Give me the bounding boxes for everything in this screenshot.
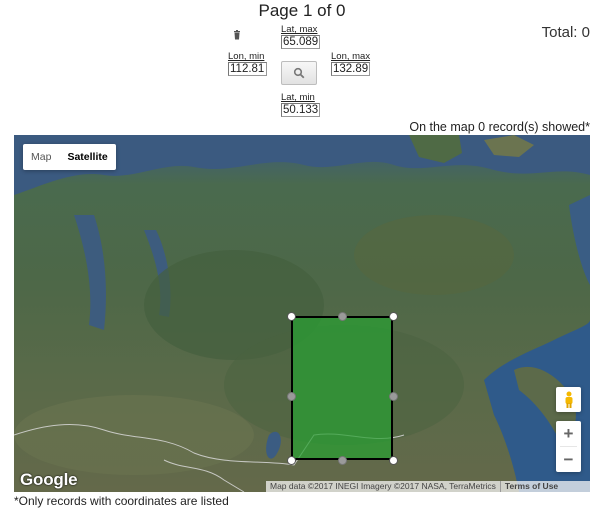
total-count: Total: 0: [541, 24, 590, 41]
selection-handle-bottom-mid[interactable]: [337, 455, 347, 465]
lon-max-label: Lon, max: [331, 51, 371, 62]
lon-min-input[interactable]: [228, 62, 267, 76]
map-type-control: Map Satellite: [23, 144, 116, 170]
lat-min-label: Lat, min: [281, 92, 315, 103]
street-view-control[interactable]: [556, 387, 581, 412]
selection-handle-bottom-left[interactable]: [286, 455, 296, 465]
zoom-control: + −: [556, 421, 581, 472]
map-type-map-button[interactable]: Map: [23, 144, 59, 170]
selection-handle-bottom-right[interactable]: [388, 455, 398, 465]
selection-handle-right-mid[interactable]: [388, 391, 398, 401]
lat-max-field: Lat, max: [281, 25, 320, 49]
lon-max-input[interactable]: [331, 62, 370, 76]
search-button[interactable]: [281, 61, 317, 85]
magnifier-icon: [293, 67, 305, 79]
trash-icon[interactable]: [232, 30, 242, 40]
google-logo: Google: [20, 470, 78, 489]
lon-min-label: Lon, min: [228, 51, 265, 62]
selection-handle-top-right[interactable]: [388, 311, 398, 321]
pegman-icon: [565, 391, 572, 408]
map-view[interactable]: Map Satellite + − Google Map data ©2017 …: [14, 135, 590, 492]
terms-of-use-link[interactable]: Terms of Use: [499, 481, 562, 492]
pagination-status: Page 1 of 0: [258, 1, 346, 20]
selection-handle-left-mid[interactable]: [286, 391, 296, 401]
selection-handle-top-mid[interactable]: [337, 311, 347, 321]
map-attribution: Map data ©2017 INEGI Imagery ©2017 NASA,…: [270, 481, 496, 491]
records-on-map-status: On the map 0 record(s) showed*: [409, 120, 590, 134]
selection-handle-top-left[interactable]: [286, 311, 296, 321]
lat-min-field: Lat, min: [281, 93, 320, 117]
lon-max-field: Lon, max: [331, 52, 370, 76]
lat-min-input[interactable]: [281, 103, 320, 117]
map-type-satellite-button[interactable]: Satellite: [59, 144, 115, 170]
selection-rectangle[interactable]: [291, 316, 393, 460]
lon-min-field: Lon, min: [228, 52, 267, 76]
lat-max-input[interactable]: [281, 35, 320, 49]
footnote: *Only records with coordinates are liste…: [14, 494, 229, 508]
zoom-out-button[interactable]: −: [556, 447, 581, 472]
zoom-in-button[interactable]: +: [556, 421, 581, 446]
lat-max-label: Lat, max: [281, 24, 318, 35]
map-attribution-bar: Map data ©2017 INEGI Imagery ©2017 NASA,…: [266, 481, 590, 492]
